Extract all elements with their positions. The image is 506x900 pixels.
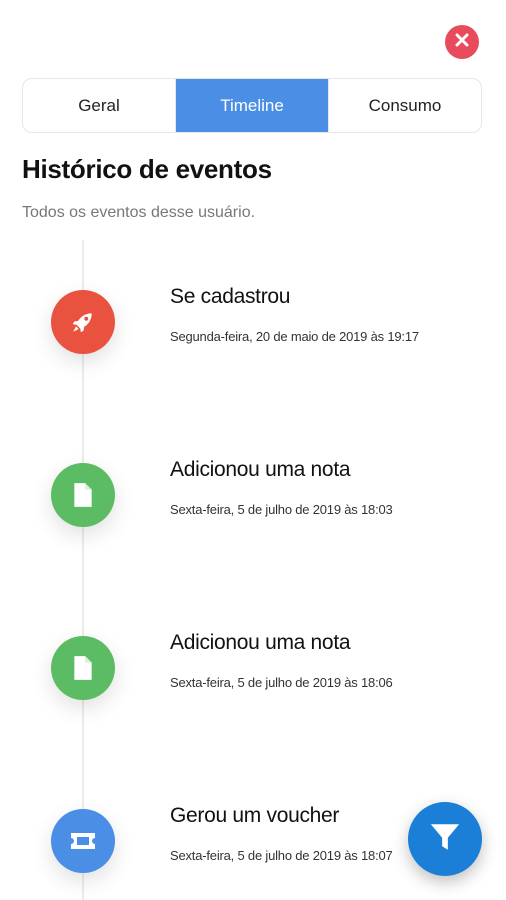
- event-title: Adicionou uma nota: [170, 458, 351, 481]
- ticket-icon: [51, 809, 115, 873]
- document-icon: [51, 463, 115, 527]
- timeline-event: Adicionou uma nota Sexta-feira, 5 de jul…: [0, 606, 506, 726]
- tab-bar: Geral Timeline Consumo: [22, 78, 482, 133]
- tab-geral[interactable]: Geral: [23, 79, 175, 132]
- event-title: Gerou um voucher: [170, 804, 340, 827]
- rocket-icon: [51, 290, 115, 354]
- tab-label: Consumo: [368, 95, 442, 115]
- timeline-event: Adicionou uma nota Sexta-feira, 5 de jul…: [0, 433, 506, 553]
- tab-label: Timeline: [220, 95, 284, 115]
- filter-button[interactable]: [408, 802, 482, 876]
- tab-timeline[interactable]: Timeline: [175, 79, 328, 132]
- filter-icon: [428, 820, 462, 859]
- page-subtitle: Todos os eventos desse usuário.: [22, 204, 256, 221]
- tab-label: Geral: [78, 95, 120, 115]
- event-date: Sexta-feira, 5 de julho de 2019 às 18:06: [170, 675, 393, 690]
- event-date: Sexta-feira, 5 de julho de 2019 às 18:07: [170, 848, 393, 863]
- page-title: Histórico de eventos: [22, 154, 272, 184]
- close-button[interactable]: [445, 25, 479, 59]
- event-date: Sexta-feira, 5 de julho de 2019 às 18:03: [170, 502, 393, 517]
- tab-consumo[interactable]: Consumo: [328, 79, 481, 132]
- event-title: Adicionou uma nota: [170, 631, 351, 654]
- document-icon: [51, 636, 115, 700]
- close-icon: [454, 32, 470, 53]
- event-date: Segunda-feira, 20 de maio de 2019 às 19:…: [170, 329, 419, 344]
- event-title: Se cadastrou: [170, 285, 291, 308]
- timeline-event: Se cadastrou Segunda-feira, 20 de maio d…: [0, 260, 506, 380]
